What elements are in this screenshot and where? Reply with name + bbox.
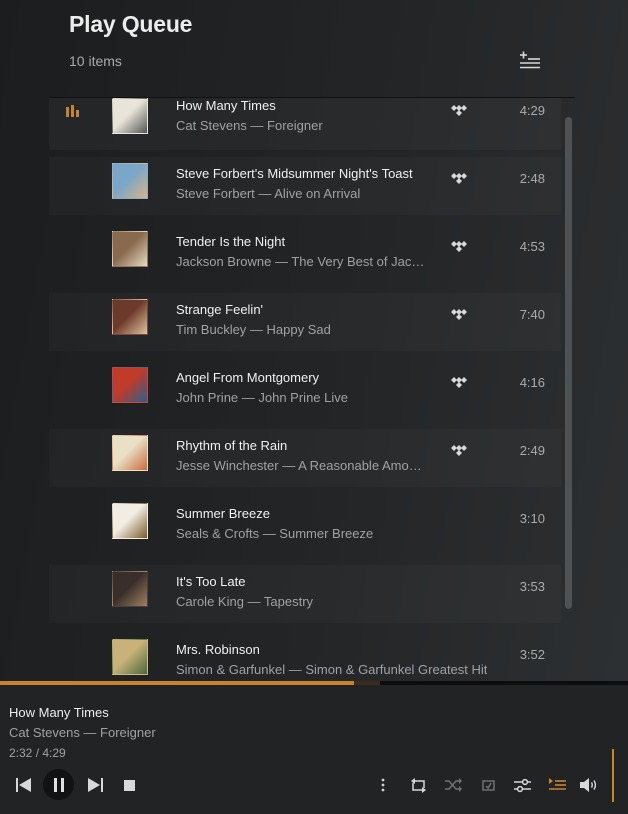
queue-row[interactable]: Mrs. Robinson Simon & Garfunkel — Simon &… [49, 633, 561, 680]
next-icon [88, 778, 103, 792]
more-icon [381, 778, 385, 792]
tidal-icon [451, 309, 467, 320]
tidal-icon [451, 241, 467, 252]
album-art [112, 571, 148, 607]
consume-icon [482, 779, 495, 791]
queue-button[interactable] [546, 774, 568, 796]
item-count: 10 items [69, 53, 122, 69]
queue-row[interactable]: Steve Forbert's Midsummer Night's Toast S… [49, 157, 561, 215]
track-duration: 4:29 [519, 103, 545, 118]
track-title: Angel From Montgomery [176, 370, 320, 385]
track-subtitle: Steve Forbert — Alive on Arrival [176, 186, 361, 201]
queue-header: Play Queue 10 items [0, 0, 628, 98]
queue-row[interactable]: Tender Is the Night Jackson Browne — The … [49, 225, 561, 283]
track-duration: 2:48 [519, 171, 545, 186]
album-art [112, 299, 148, 335]
queue-list[interactable]: How Many Times Cat Stevens — Foreigner 4:2… [49, 98, 561, 680]
repeat-icon [410, 777, 426, 793]
next-button[interactable] [83, 774, 107, 796]
track-title: How Many Times [176, 98, 276, 113]
track-subtitle: Seals & Crofts — Summer Breeze [176, 526, 374, 541]
add-to-playlist-button[interactable] [516, 48, 544, 74]
player-bar: How Many Times Cat Stevens — Foreigner 2… [0, 685, 628, 814]
pause-icon [53, 777, 64, 792]
volume-icon [580, 778, 597, 792]
stop-button[interactable] [118, 774, 140, 796]
queue-row[interactable]: Summer Breeze Seals & Crofts — Summer Bre… [49, 497, 561, 555]
equalizer-button[interactable] [511, 774, 533, 796]
track-duration: 7:40 [519, 307, 545, 322]
pause-button[interactable] [43, 769, 74, 800]
track-title: Summer Breeze [176, 506, 270, 521]
track-duration: 4:16 [519, 375, 545, 390]
track-subtitle: John Prine — John Prine Live [176, 390, 348, 405]
album-art [112, 367, 148, 403]
track-title: Tender Is the Night [176, 234, 286, 249]
tidal-icon [451, 445, 467, 456]
scrollbar[interactable] [565, 117, 572, 609]
tidal-icon [451, 105, 467, 116]
track-duration: 4:53 [519, 239, 545, 254]
consume-button[interactable] [477, 774, 499, 796]
track-title: Rhythm of the Rain [176, 438, 288, 453]
equalizer-icon [513, 778, 531, 792]
track-subtitle: Jackson Browne — The Very Best of Jacks.… [176, 254, 426, 269]
previous-button[interactable] [12, 774, 36, 796]
track-subtitle: Jesse Winchester — A Reasonable Amoun... [176, 458, 426, 473]
track-title: Mrs. Robinson [176, 642, 260, 657]
volume-level-indicator[interactable] [612, 749, 614, 802]
tidal-icon [451, 173, 467, 184]
album-art [112, 231, 148, 267]
track-subtitle: Simon & Garfunkel — Simon & Garfunkel Gr… [176, 662, 488, 677]
tidal-icon [451, 377, 467, 388]
volume-button[interactable] [578, 774, 600, 796]
shuffle-button[interactable] [442, 774, 464, 796]
album-art [112, 639, 148, 675]
track-title: It's Too Late [176, 574, 246, 589]
track-title: Steve Forbert's Midsummer Night's Toast [176, 166, 413, 181]
now-playing-subtitle: Cat Stevens — Foreigner [9, 725, 156, 740]
track-title: Strange Feelin' [176, 302, 264, 317]
queue-row[interactable]: Strange Feelin' Tim Buckley — Happy Sad 7:… [49, 293, 561, 351]
album-art [112, 98, 148, 134]
track-duration: 3:10 [519, 511, 545, 526]
playing-bars-icon [66, 105, 79, 117]
track-subtitle: Carole King — Tapestry [176, 594, 314, 609]
now-playing-title: How Many Times [9, 705, 109, 720]
track-duration: 3:52 [519, 647, 545, 662]
album-art [112, 503, 148, 539]
now-playing-time: 2:32 / 4:29 [9, 746, 66, 760]
track-subtitle: Cat Stevens — Foreigner [176, 118, 323, 133]
track-duration: 3:53 [519, 579, 545, 594]
queue-row[interactable]: It's Too Late Carole King — Tapestry 3:53 [49, 565, 561, 623]
stop-icon [123, 779, 135, 791]
album-art [112, 163, 148, 199]
queue-icon [548, 778, 566, 790]
track-duration: 2:49 [519, 443, 545, 458]
repeat-button[interactable] [407, 774, 429, 796]
add-to-playlist-icon [520, 51, 540, 69]
more-button[interactable] [374, 774, 392, 796]
queue-row[interactable]: Rhythm of the Rain Jesse Winchester — A R… [49, 429, 561, 487]
shuffle-icon [444, 778, 462, 792]
queue-row[interactable]: Angel From Montgomery John Prine — John P… [49, 361, 561, 419]
track-subtitle: Tim Buckley — Happy Sad [176, 322, 331, 337]
album-art [112, 435, 148, 471]
queue-row[interactable]: How Many Times Cat Stevens — Foreigner 4:2… [49, 98, 561, 150]
page-title: Play Queue [69, 11, 193, 37]
previous-icon [16, 778, 31, 792]
